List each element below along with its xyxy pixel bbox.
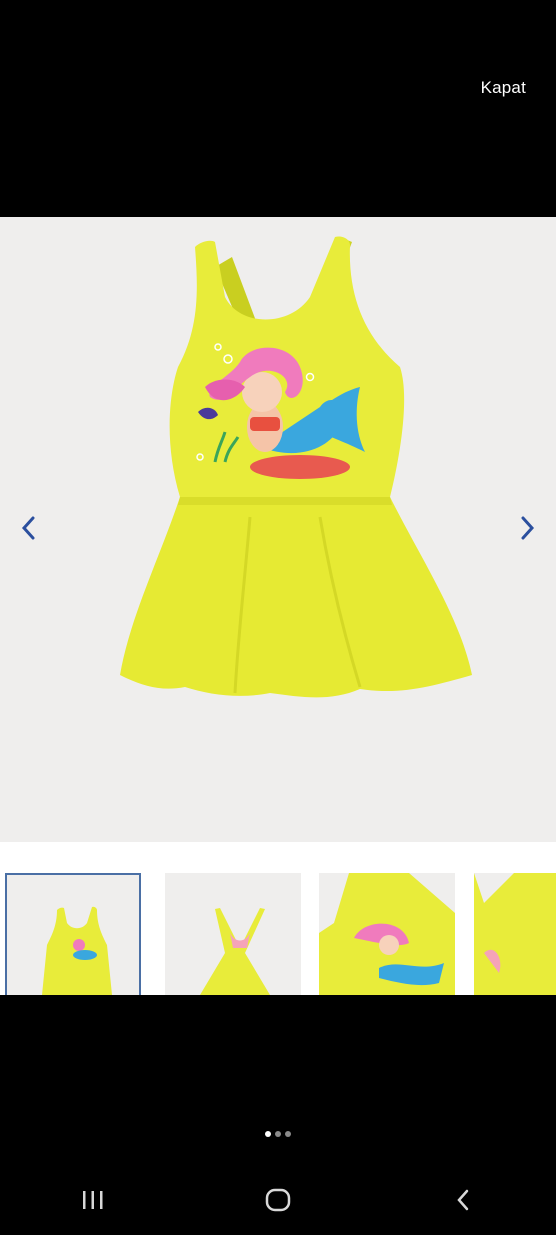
page-dot-1: [265, 1131, 271, 1137]
chevron-left-icon: [21, 516, 35, 540]
back-button[interactable]: [433, 1170, 493, 1230]
thumbnail-image: [42, 906, 112, 995]
thumbnail-4[interactable]: [474, 873, 556, 995]
thumbnail-2[interactable]: [165, 873, 301, 995]
next-image-button[interactable]: [513, 513, 543, 543]
recents-button[interactable]: [63, 1170, 123, 1230]
page-indicator: [0, 1131, 556, 1143]
thumbnail-3[interactable]: [319, 873, 455, 995]
page-dot-2: [275, 1131, 281, 1137]
image-viewer[interactable]: [0, 217, 556, 842]
thumbnail-1[interactable]: [5, 873, 141, 995]
system-nav-bar: [0, 1165, 556, 1235]
thumbnail-image: [319, 873, 455, 995]
chevron-right-icon: [521, 516, 535, 540]
recents-icon: [82, 1191, 103, 1209]
thumbnail-image: [200, 908, 270, 995]
home-button[interactable]: [248, 1170, 308, 1230]
product-image: [120, 236, 472, 698]
back-icon: [457, 1189, 469, 1211]
page-dot-3: [285, 1131, 291, 1137]
previous-image-button[interactable]: [13, 513, 43, 543]
thumbnail-strip: [0, 842, 556, 995]
home-icon: [265, 1188, 291, 1212]
thumbnail-image: [474, 873, 556, 995]
close-button[interactable]: Kapat: [481, 78, 526, 98]
